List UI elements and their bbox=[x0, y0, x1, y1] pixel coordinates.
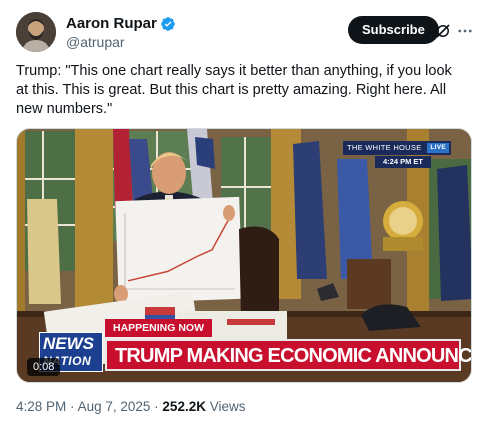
post-time[interactable]: 4:28 PM bbox=[16, 399, 66, 414]
headline-text: TRUMP MAKING ECONOMIC ANNOUNCEMENT bbox=[115, 345, 472, 367]
network-logo-top: NEWS bbox=[43, 334, 94, 353]
avatar[interactable] bbox=[16, 12, 56, 52]
more-icon[interactable] bbox=[456, 22, 474, 40]
tweet-meta: 4:28 PM · Aug 7, 2025 · 252.2K Views bbox=[16, 399, 246, 414]
verified-badge-icon bbox=[161, 16, 175, 31]
meta-separator-2: · bbox=[154, 399, 159, 414]
grok-icon[interactable] bbox=[434, 22, 452, 40]
views-label: Views bbox=[209, 399, 246, 414]
handle[interactable]: @atrupar bbox=[66, 34, 125, 50]
lower-third-banner: TRUMP MAKING ECONOMIC ANNOUNCEMENT bbox=[105, 339, 471, 371]
subscribe-button[interactable]: Subscribe bbox=[348, 16, 439, 44]
post-date[interactable]: Aug 7, 2025 bbox=[78, 399, 151, 414]
broadcast-clock: 4:24 PM ET bbox=[375, 156, 431, 168]
live-badge: LIVE bbox=[427, 143, 449, 153]
video-player[interactable]: THE WHITE HOUSE LIVE 4:24 PM ET NEWS NAT… bbox=[16, 128, 472, 383]
views-count[interactable]: 252.2K bbox=[162, 399, 206, 414]
name-row: Aaron Rupar bbox=[66, 15, 176, 32]
source-banner: THE WHITE HOUSE LIVE bbox=[343, 141, 451, 155]
tweet-header: Aaron Rupar @atrupar Subscribe bbox=[16, 12, 472, 52]
meta-separator: · bbox=[70, 399, 75, 414]
display-name[interactable]: Aaron Rupar bbox=[66, 15, 157, 32]
video-duration: 0:08 bbox=[27, 358, 61, 376]
tweet-text: Trump: "This one chart really says it be… bbox=[16, 63, 452, 117]
profile-photo bbox=[16, 12, 56, 52]
source-banner-text: THE WHITE HOUSE bbox=[347, 143, 422, 152]
happening-now-tag: HAPPENING NOW bbox=[105, 319, 213, 337]
